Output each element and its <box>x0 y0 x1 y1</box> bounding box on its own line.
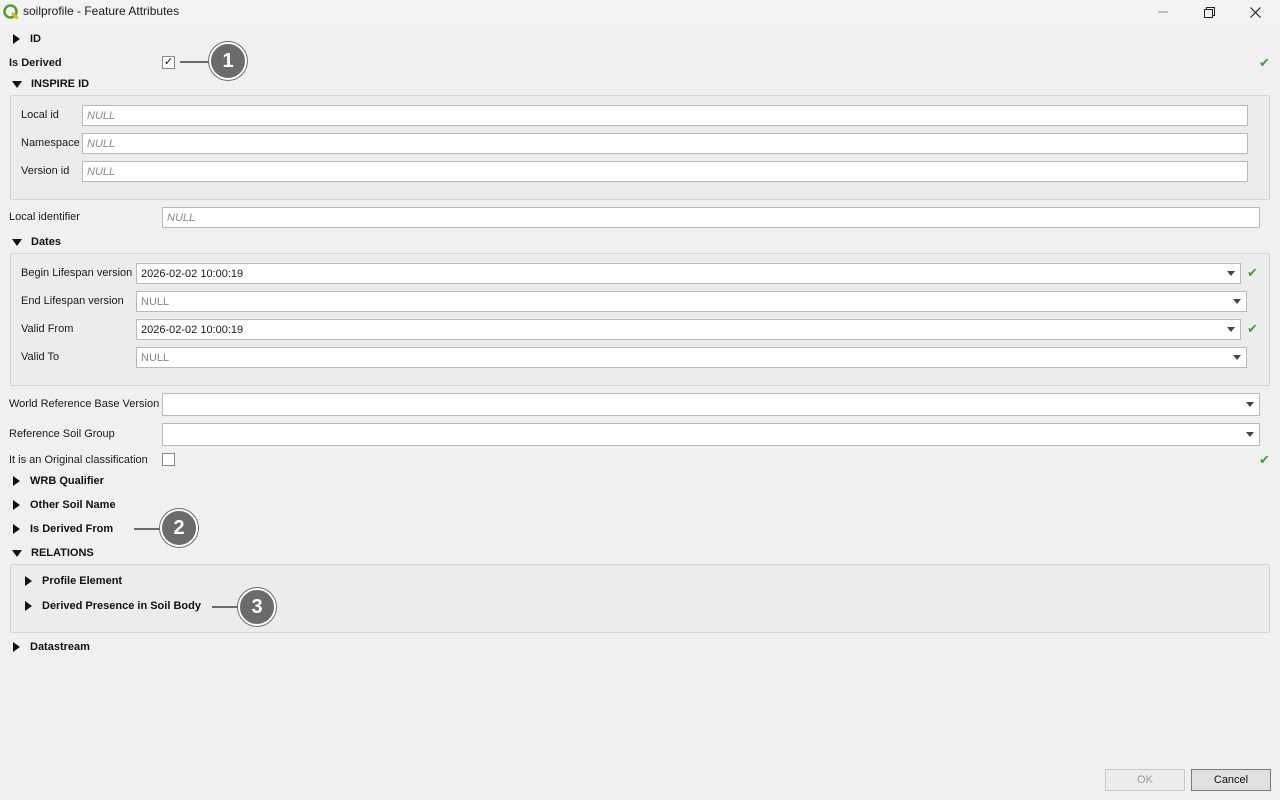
original-classification-checkbox[interactable] <box>162 453 175 466</box>
expand-arrow-icon <box>13 476 20 486</box>
wrb-version-label: World Reference Base Version <box>9 398 160 410</box>
minimize-button[interactable] <box>1140 0 1186 24</box>
local-id-label: Local id <box>21 109 59 121</box>
checkmark-icon: ✓ <box>163 56 174 68</box>
group-other-soil-name[interactable]: Other Soil Name <box>11 499 116 511</box>
chevron-down-icon[interactable] <box>1222 327 1240 332</box>
close-button[interactable] <box>1232 0 1278 24</box>
group-inspire-id-label: INSPIRE ID <box>31 78 90 90</box>
group-is-derived-from[interactable]: Is Derived From <box>11 523 113 535</box>
collapse-arrow-icon <box>12 549 22 557</box>
expand-arrow-icon <box>13 642 20 652</box>
ref-soil-group-label: Reference Soil Group <box>9 428 115 440</box>
group-other-soil-name-label: Other Soil Name <box>30 499 116 511</box>
status-ok-icon: ✔ <box>1247 265 1258 280</box>
ok-button[interactable]: OK <box>1105 769 1185 791</box>
ref-soil-group-select[interactable] <box>162 423 1260 446</box>
end-lifespan-label: End Lifespan version <box>21 295 124 307</box>
callout-badge-3: 3 <box>238 588 276 626</box>
title-bar: soilprofile - Feature Attributes <box>0 0 1280 24</box>
status-ok-icon: ✔ <box>1259 452 1270 467</box>
local-id-input[interactable]: NULL <box>82 105 1248 126</box>
group-inspire-id[interactable]: INSPIRE ID <box>11 78 89 90</box>
collapse-arrow-icon <box>12 80 22 88</box>
chevron-down-icon[interactable] <box>1228 299 1246 304</box>
namespace-label: Namespace <box>21 137 80 149</box>
group-datastream-label: Datastream <box>30 641 90 653</box>
status-ok-icon: ✔ <box>1247 321 1258 336</box>
original-classification-label: It is an Original classification <box>9 454 148 466</box>
expand-arrow-icon <box>25 576 32 586</box>
callout-line-1 <box>180 61 212 63</box>
local-identifier-label: Local identifier <box>9 211 80 223</box>
chevron-down-icon[interactable] <box>1241 402 1259 407</box>
minimize-icon <box>1158 11 1168 13</box>
is-derived-label: Is Derived <box>9 57 62 69</box>
group-id[interactable]: ID <box>11 33 41 45</box>
status-ok-icon: ✔ <box>1259 55 1270 70</box>
begin-lifespan-datetime[interactable]: 2026-02-02 10:00:19 <box>136 263 1241 284</box>
wrb-version-select[interactable] <box>162 393 1260 416</box>
group-wrb-qualifier[interactable]: WRB Qualifier <box>11 475 104 487</box>
valid-to-value: NULL <box>141 351 170 364</box>
namespace-input[interactable]: NULL <box>82 133 1248 154</box>
valid-to-label: Valid To <box>21 351 60 363</box>
relation-derived-presence[interactable]: Derived Presence in Soil Body <box>23 600 201 612</box>
end-lifespan-value: NULL <box>141 295 170 308</box>
group-is-derived-from-label: Is Derived From <box>30 523 114 535</box>
cancel-button[interactable]: Cancel <box>1191 769 1271 791</box>
window-title: soilprofile - Feature Attributes <box>23 4 180 18</box>
group-relations-label: RELATIONS <box>31 547 94 559</box>
group-id-label: ID <box>30 33 41 45</box>
close-icon <box>1249 6 1261 18</box>
restore-icon <box>1203 6 1215 18</box>
begin-lifespan-label: Begin Lifespan version <box>21 267 133 279</box>
expand-arrow-icon <box>25 601 32 611</box>
group-dates-label: Dates <box>31 236 61 248</box>
valid-to-datetime[interactable]: NULL <box>136 347 1247 368</box>
relation-profile-element-label: Profile Element <box>42 575 123 587</box>
expand-arrow-icon <box>13 500 20 510</box>
group-dates[interactable]: Dates <box>11 236 61 248</box>
collapse-arrow-icon <box>12 238 22 246</box>
expand-arrow-icon <box>13 34 20 44</box>
restore-button[interactable] <box>1186 0 1232 24</box>
chevron-down-icon[interactable] <box>1222 271 1240 276</box>
relations-groupbox <box>10 564 1270 633</box>
valid-from-value: 2026-02-02 10:00:19 <box>141 323 244 336</box>
valid-from-datetime[interactable]: 2026-02-02 10:00:19 <box>136 319 1241 340</box>
version-id-label: Version id <box>21 165 70 177</box>
qgis-logo-icon <box>3 4 19 20</box>
callout-badge-2: 2 <box>160 509 198 547</box>
local-id-value: NULL <box>87 109 116 122</box>
end-lifespan-datetime[interactable]: NULL <box>136 291 1247 312</box>
version-id-value: NULL <box>87 165 116 178</box>
group-wrb-qualifier-label: WRB Qualifier <box>30 475 104 487</box>
expand-arrow-icon <box>13 524 20 534</box>
chevron-down-icon[interactable] <box>1241 432 1259 437</box>
version-id-input[interactable]: NULL <box>82 161 1248 182</box>
is-derived-checkbox[interactable]: ✓ <box>162 56 175 69</box>
valid-from-label: Valid From <box>21 323 74 335</box>
begin-lifespan-value: 2026-02-02 10:00:19 <box>141 267 244 280</box>
relation-profile-element[interactable]: Profile Element <box>23 575 122 587</box>
callout-badge-1: 1 <box>209 42 247 80</box>
relation-derived-presence-label: Derived Presence in Soil Body <box>42 600 201 612</box>
group-datastream[interactable]: Datastream <box>11 641 90 653</box>
local-identifier-value: NULL <box>167 211 196 224</box>
local-identifier-input[interactable]: NULL <box>162 207 1260 228</box>
group-relations[interactable]: RELATIONS <box>11 547 94 559</box>
chevron-down-icon[interactable] <box>1228 355 1246 360</box>
namespace-value: NULL <box>87 137 116 150</box>
